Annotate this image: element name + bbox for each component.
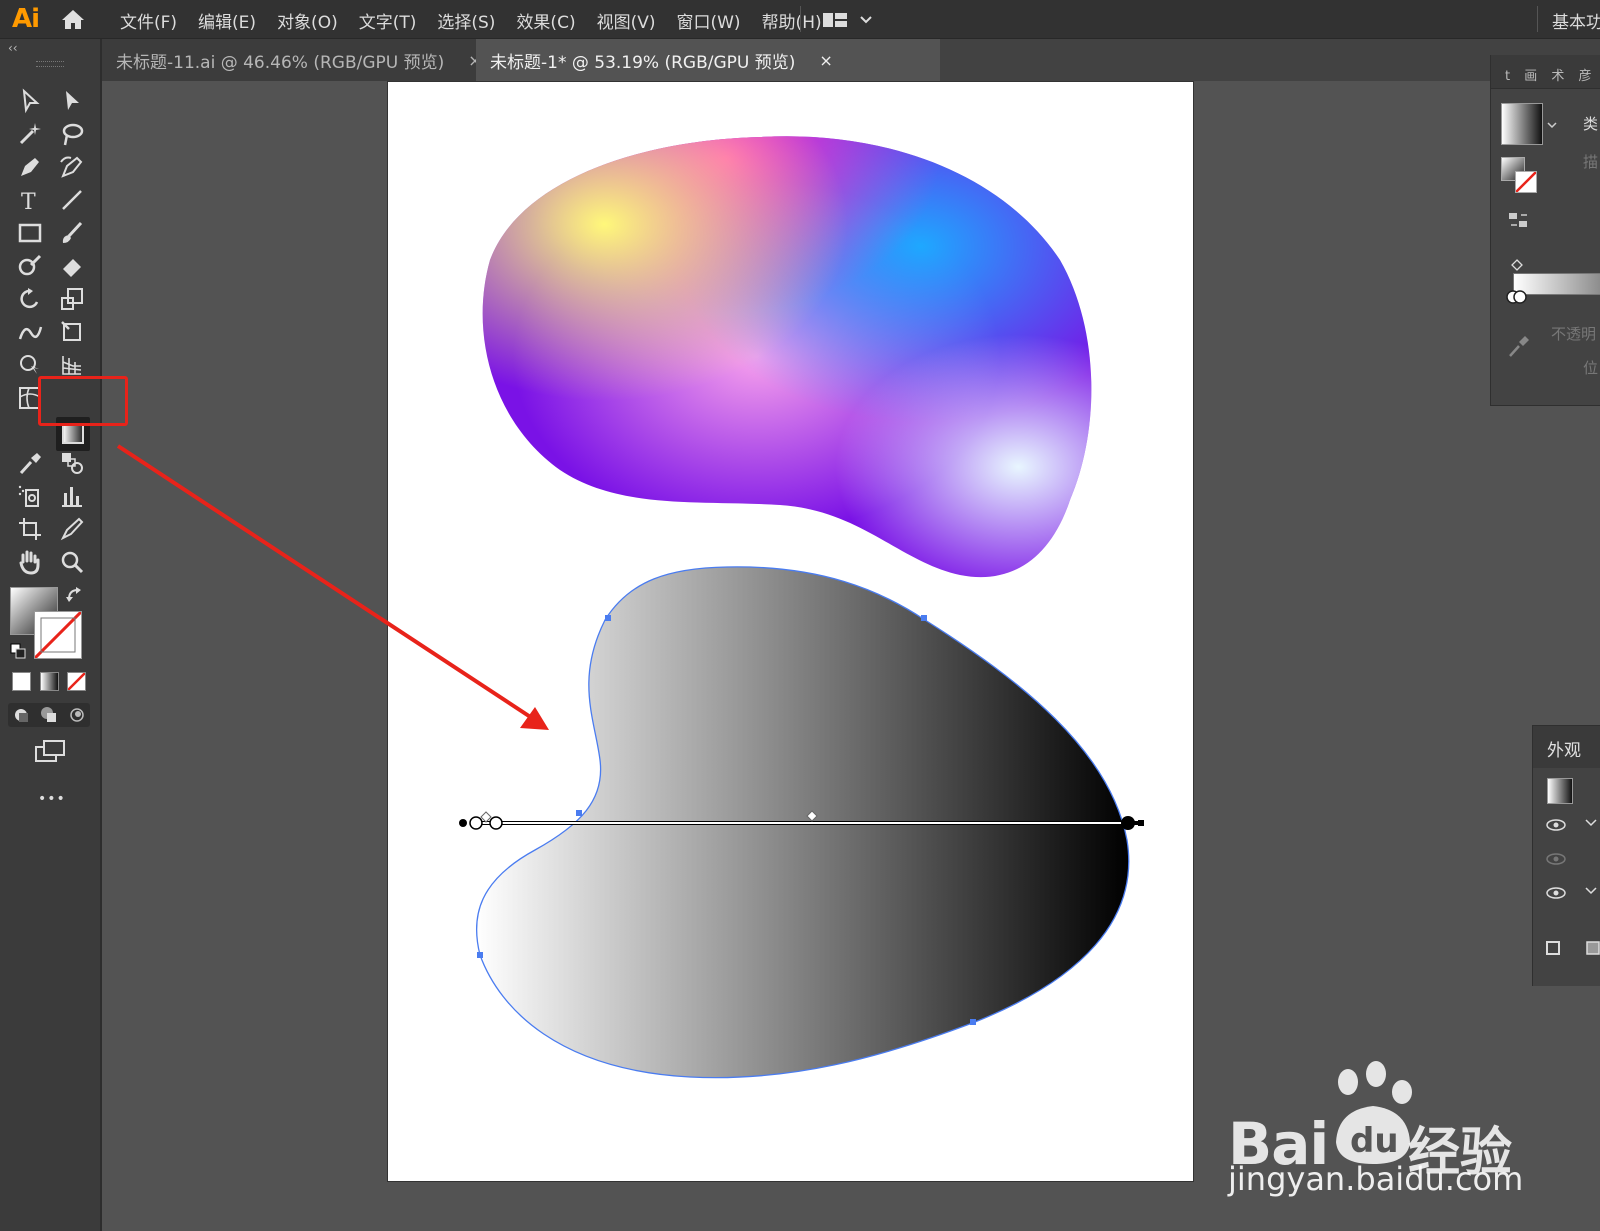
canvas-artwork <box>116 136 1144 1079</box>
gradient-start-stop[interactable] <box>469 816 483 830</box>
visibility-eye-icon[interactable] <box>1545 886 1567 900</box>
gradient-midpoint[interactable] <box>480 811 492 823</box>
anchor-point[interactable] <box>921 615 927 621</box>
midpoint-diamond-icon[interactable] <box>1511 259 1523 271</box>
reverse-gradient-icon[interactable] <box>1507 211 1529 231</box>
panel-tabs[interactable]: t 画 术 彦 彦 <box>1491 55 1600 89</box>
add-stroke-icon[interactable] <box>1545 940 1561 956</box>
gradient-end-stop[interactable] <box>1121 816 1135 830</box>
opacity-label: 不透明 <box>1551 325 1597 343</box>
annotation-arrow <box>116 444 549 730</box>
baidu-paw-icon: du <box>1336 1061 1412 1164</box>
visibility-eye-icon[interactable] <box>1545 818 1567 832</box>
gradient-preview-swatch[interactable] <box>1501 103 1543 145</box>
anchor-point[interactable] <box>605 615 611 621</box>
gradient-stop-handle[interactable] <box>1505 289 1531 305</box>
add-fill-icon[interactable] <box>1585 940 1600 956</box>
gradient-end-handle[interactable] <box>1138 820 1144 826</box>
appearance-panel: 外观 <box>1532 725 1600 986</box>
anchor-point[interactable] <box>477 952 483 958</box>
chevron-down-icon[interactable] <box>1585 818 1597 828</box>
gradient-origin-handle[interactable] <box>459 819 467 827</box>
chevron-down-icon[interactable] <box>1547 121 1557 129</box>
eyedropper-icon[interactable] <box>1507 333 1531 359</box>
gradient-panel: t 画 术 彦 彦 类 描 不透明 位 <box>1490 55 1600 406</box>
gradient-stop[interactable] <box>489 816 503 830</box>
gradient-type-label: 类 <box>1583 115 1599 133</box>
visibility-eye-icon[interactable] <box>1545 852 1567 866</box>
appearance-thumbnail <box>1547 778 1573 804</box>
watermark-url: jingyan.baidu.com <box>1228 1160 1524 1198</box>
chevron-down-icon[interactable] <box>1585 886 1597 896</box>
watermark-paw-text: du <box>1350 1121 1399 1161</box>
anchor-point[interactable] <box>970 1019 976 1025</box>
stroke-label: 描 <box>1583 153 1599 171</box>
location-label: 位 <box>1583 359 1599 377</box>
stroke-swatch-small[interactable] <box>1515 171 1537 193</box>
anchor-point[interactable] <box>576 810 582 816</box>
tab-appearance[interactable]: 外观 <box>1533 726 1600 768</box>
